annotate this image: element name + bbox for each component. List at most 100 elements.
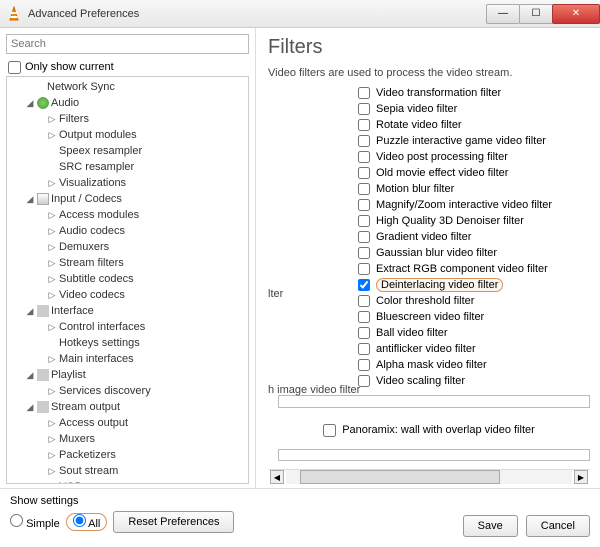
expand-icon[interactable]: ▷ xyxy=(47,386,57,397)
collapse-icon[interactable]: ◢ xyxy=(25,194,35,205)
tree-item-audio-codecs[interactable]: ▷Audio codecs xyxy=(7,223,248,239)
all-radio[interactable]: All xyxy=(66,513,108,531)
filter-checkbox[interactable] xyxy=(358,183,370,195)
reset-preferences-button[interactable]: Reset Preferences xyxy=(113,511,234,533)
filter-checkbox[interactable] xyxy=(358,279,370,291)
filter-checkbox-row[interactable]: Motion blur filter xyxy=(358,181,590,197)
expand-icon[interactable]: ▷ xyxy=(47,242,57,253)
tree-item-speex[interactable]: Speex resampler xyxy=(7,143,248,159)
filter-checkbox-row[interactable]: Rotate video filter xyxy=(358,117,590,133)
tree-item-src[interactable]: SRC resampler xyxy=(7,159,248,175)
tree-item-audio-filters[interactable]: ▷Filters xyxy=(7,111,248,127)
filter-checkbox-row[interactable]: Gaussian blur video filter xyxy=(358,245,590,261)
expand-icon[interactable]: ▷ xyxy=(47,418,57,429)
filter-checkbox[interactable] xyxy=(358,231,370,243)
expand-icon[interactable]: ▷ xyxy=(47,322,57,333)
preferences-tree[interactable]: Network Sync ◢Audio ▷Filters ▷Output mod… xyxy=(6,76,249,484)
filter-checkbox[interactable] xyxy=(358,215,370,227)
tree-item-control-interfaces[interactable]: ▷Control interfaces xyxy=(7,319,248,335)
tree-item-access-modules[interactable]: ▷Access modules xyxy=(7,207,248,223)
tree-item-stream-output[interactable]: ◢Stream output xyxy=(7,399,248,415)
tree-item-visualizations[interactable]: ▷Visualizations xyxy=(7,175,248,191)
tree-item-sout[interactable]: ▷Sout stream xyxy=(7,463,248,479)
expand-icon[interactable]: ▷ xyxy=(47,354,57,365)
expand-icon[interactable]: ▷ xyxy=(47,274,57,285)
collapse-icon[interactable]: ◢ xyxy=(25,98,35,109)
only-show-current-checkbox[interactable]: Only show current xyxy=(6,58,249,76)
save-button[interactable]: Save xyxy=(463,515,518,537)
filter-checkbox-row[interactable]: Sepia video filter xyxy=(358,101,590,117)
collapse-icon[interactable]: ◢ xyxy=(25,402,35,413)
tree-item-main-interfaces[interactable]: ▷Main interfaces xyxy=(7,351,248,367)
minimize-button[interactable]: — xyxy=(486,4,520,24)
filter-checkbox[interactable] xyxy=(358,359,370,371)
tree-item-demuxers[interactable]: ▷Demuxers xyxy=(7,239,248,255)
filter-checkbox[interactable] xyxy=(358,327,370,339)
expand-icon[interactable]: ▷ xyxy=(47,258,57,269)
filter-checkbox[interactable] xyxy=(358,247,370,259)
close-button[interactable]: ✕ xyxy=(552,4,600,24)
cancel-button[interactable]: Cancel xyxy=(526,515,590,537)
collapse-icon[interactable]: ◢ xyxy=(25,370,35,381)
filter-checkbox-row[interactable]: Video transformation filter xyxy=(358,85,590,101)
filter-checkbox[interactable] xyxy=(358,135,370,147)
tree-item-vod[interactable]: VOD xyxy=(7,479,248,484)
filter-checkbox[interactable] xyxy=(358,103,370,115)
filter-string-input[interactable] xyxy=(278,395,590,408)
expand-icon[interactable]: ▷ xyxy=(47,130,57,141)
tree-item-hotkeys[interactable]: Hotkeys settings xyxy=(7,335,248,351)
expand-icon[interactable]: ▷ xyxy=(47,466,57,477)
filter-checkbox-row[interactable]: Video scaling filter xyxy=(358,373,590,389)
filter-checkbox[interactable] xyxy=(358,375,370,387)
filter-checkbox[interactable] xyxy=(358,167,370,179)
panoramix-checkbox[interactable] xyxy=(323,424,336,437)
search-input[interactable] xyxy=(6,34,249,54)
expand-icon[interactable]: ▷ xyxy=(47,210,57,221)
expand-icon[interactable]: ▷ xyxy=(47,290,57,301)
horizontal-scrollbar[interactable]: ◀ ▶ xyxy=(268,469,590,484)
tree-item-output-modules[interactable]: ▷Output modules xyxy=(7,127,248,143)
tree-item-packetizers[interactable]: ▷Packetizers xyxy=(7,447,248,463)
filter-checkbox[interactable] xyxy=(358,263,370,275)
filter-checkbox-row[interactable]: Magnify/Zoom interactive video filter xyxy=(358,197,590,213)
tree-item-network-sync[interactable]: Network Sync xyxy=(7,79,248,95)
expand-icon[interactable]: ▷ xyxy=(47,178,57,189)
filter-checkbox-row[interactable]: High Quality 3D Denoiser filter xyxy=(358,213,590,229)
expand-icon[interactable]: ▷ xyxy=(47,226,57,237)
simple-radio[interactable]: Simple xyxy=(10,514,60,530)
tree-item-playlist[interactable]: ◢Playlist xyxy=(7,367,248,383)
filter-checkbox-row[interactable]: Old movie effect video filter xyxy=(358,165,590,181)
tree-item-access-output[interactable]: ▷Access output xyxy=(7,415,248,431)
tree-item-stream-filters[interactable]: ▷Stream filters xyxy=(7,255,248,271)
filter-checkbox-row[interactable]: antiflicker video filter xyxy=(358,341,590,357)
maximize-button[interactable]: ☐ xyxy=(519,4,553,24)
filter-checkbox[interactable] xyxy=(358,87,370,99)
filter-checkbox[interactable] xyxy=(358,343,370,355)
tree-item-video-codecs[interactable]: ▷Video codecs xyxy=(7,287,248,303)
tree-item-muxers[interactable]: ▷Muxers xyxy=(7,431,248,447)
expand-icon[interactable]: ▷ xyxy=(47,434,57,445)
filter-checkbox[interactable] xyxy=(358,151,370,163)
expand-icon[interactable]: ▷ xyxy=(47,114,57,125)
filter-checkbox[interactable] xyxy=(358,311,370,323)
filter-checkbox-row[interactable]: Video post processing filter xyxy=(358,149,590,165)
panoramix-string-input[interactable] xyxy=(278,449,590,462)
scroll-track[interactable] xyxy=(286,470,572,484)
filter-checkbox-row[interactable]: Extract RGB component video filter xyxy=(358,261,590,277)
filter-checkbox[interactable] xyxy=(358,199,370,211)
tree-item-services[interactable]: ▷Services discovery xyxy=(7,383,248,399)
tree-item-subtitle-codecs[interactable]: ▷Subtitle codecs xyxy=(7,271,248,287)
expand-icon[interactable]: ▷ xyxy=(47,450,57,461)
filter-checkbox[interactable] xyxy=(358,295,370,307)
tree-item-audio[interactable]: ◢Audio xyxy=(7,95,248,111)
collapse-icon[interactable]: ◢ xyxy=(25,306,35,317)
filter-checkbox-row[interactable]: Deinterlacing video filter xyxy=(358,277,590,293)
tree-item-input-codecs[interactable]: ◢Input / Codecs xyxy=(7,191,248,207)
only-show-current-box[interactable] xyxy=(8,61,21,74)
scroll-thumb[interactable] xyxy=(300,470,500,484)
scroll-right-icon[interactable]: ▶ xyxy=(574,470,588,484)
filter-checkbox-row[interactable]: Gradient video filter xyxy=(358,229,590,245)
filter-checkbox[interactable] xyxy=(358,119,370,131)
filter-checkbox-row[interactable]: Color threshold filter xyxy=(358,293,590,309)
filter-checkbox-row[interactable]: Puzzle interactive game video filter xyxy=(358,133,590,149)
